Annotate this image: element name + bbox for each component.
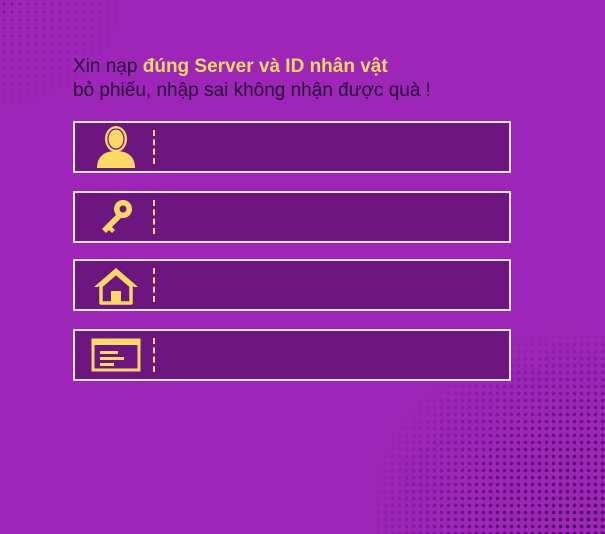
user-icon: [89, 126, 143, 168]
character-name-input[interactable]: [163, 129, 505, 165]
field-separator: [153, 130, 155, 164]
key-code-field: [73, 191, 511, 243]
notice-highlight: đúng Server và ID nhân vật: [142, 56, 388, 77]
character-id-input[interactable]: [163, 337, 505, 373]
character-name-field: [73, 121, 511, 173]
field-separator: [153, 200, 155, 234]
notice-line-2: bỏ phiếu, nhập sai không nhận được quà !: [73, 80, 431, 101]
field-separator: [153, 338, 155, 372]
key-code-input[interactable]: [163, 199, 505, 235]
field-separator: [153, 268, 155, 302]
server-field: [73, 259, 511, 311]
server-input[interactable]: [163, 267, 505, 303]
character-id-field: [73, 329, 511, 381]
key-icon: [89, 197, 143, 237]
home-icon: [89, 265, 143, 305]
notice-prefix: Xin nạp: [73, 56, 143, 77]
id-card-icon: [89, 335, 143, 375]
notice-text: Xin nạp đúng Server và ID nhân vật bỏ ph…: [73, 55, 431, 103]
notice-line-1: Xin nạp đúng Server và ID nhân vật: [73, 55, 431, 79]
